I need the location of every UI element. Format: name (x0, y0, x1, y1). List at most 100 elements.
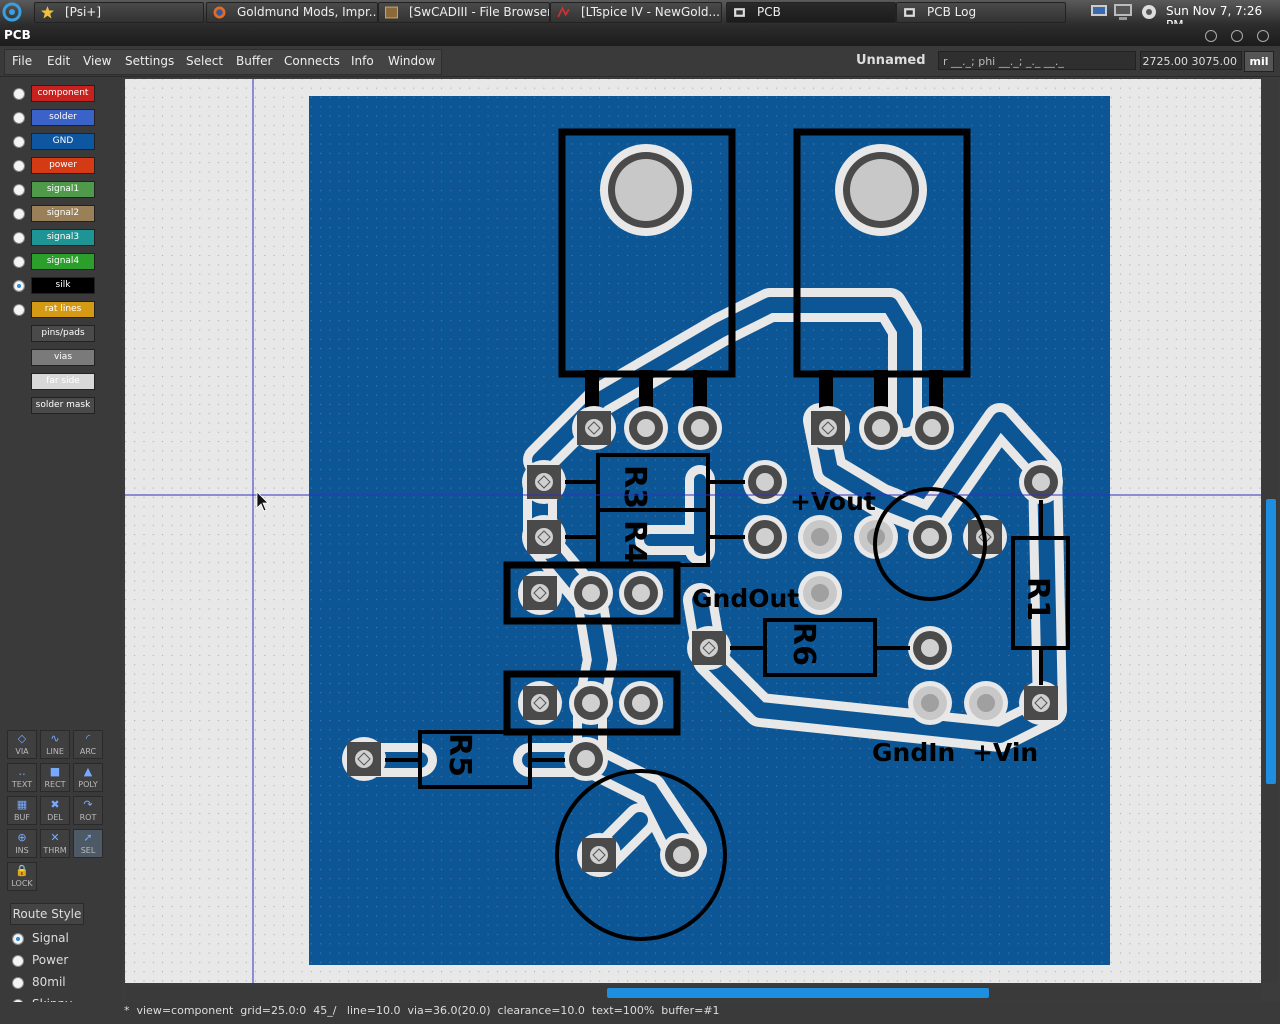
layer-GND[interactable]: GND (0, 131, 122, 153)
layer-solder-mask[interactable]: solder mask (0, 395, 122, 417)
tool-sel-button[interactable]: ➚ SEL (73, 829, 103, 858)
menu-edit[interactable]: Edit (47, 54, 70, 68)
tool-poly-button[interactable]: ▲ POLY (73, 763, 103, 792)
tool-label: LINE (46, 747, 64, 756)
tool-ins-button[interactable]: ⊕ INS (7, 829, 37, 858)
tool-thrm-button[interactable]: ✕ THRM (40, 829, 70, 858)
layer-radio-icon[interactable] (13, 280, 25, 292)
menu-settings[interactable]: Settings (125, 54, 174, 68)
pcb-canvas[interactable]: R3 R4 +Vout GndOut R6 R1 R5 GndIn +Vin (125, 79, 1261, 983)
task-pcb[interactable]: PCB (726, 2, 896, 23)
tool-buf-button[interactable]: ▦ BUF (7, 796, 37, 825)
pad-hole (811, 584, 829, 602)
layer-toggle-button[interactable]: far side (31, 373, 95, 390)
layer-signal2[interactable]: signal2 (0, 203, 122, 225)
layer-radio-icon[interactable] (13, 232, 25, 244)
layer-far-side[interactable]: far side (0, 371, 122, 393)
pad-hole (582, 584, 600, 602)
layer-pins-pads[interactable]: pins/pads (0, 323, 122, 345)
menu-buffer[interactable]: Buffer (236, 54, 272, 68)
task-ltspice[interactable]: [LTspice IV - NewGold.... (550, 2, 722, 23)
layer-radio-icon[interactable] (13, 304, 25, 316)
horizontal-scroll-thumb[interactable] (607, 988, 989, 998)
window-title: PCB (4, 28, 31, 42)
layer-radio-icon[interactable] (13, 112, 25, 124)
menu-view[interactable]: View (83, 54, 111, 68)
lock-icon: 🔒 (15, 864, 29, 877)
layer-rat-lines[interactable]: rat lines (0, 299, 122, 321)
tool-rot-button[interactable]: ↷ ROT (73, 796, 103, 825)
window-titlebar: PCB (0, 24, 1280, 46)
layer-toggle-button[interactable]: vias (31, 349, 95, 366)
layer-solder[interactable]: solder (0, 107, 122, 129)
tool-via-button[interactable]: ◇ VIA (7, 730, 37, 759)
menu-select[interactable]: Select (186, 54, 223, 68)
tool-rect-button[interactable]: ■ RECT (40, 763, 70, 792)
layer-vias[interactable]: vias (0, 347, 122, 369)
radio-icon[interactable] (12, 933, 24, 945)
menu-group: File Edit View Settings Select Buffer Co… (4, 49, 442, 75)
file-name: Unnamed (856, 53, 926, 68)
maximize-button[interactable] (1231, 30, 1243, 42)
vertical-scroll-thumb[interactable] (1266, 499, 1276, 784)
layer-radio-icon[interactable] (13, 256, 25, 268)
unit-toggle-button[interactable]: mil (1244, 51, 1274, 72)
menu-window[interactable]: Window (388, 54, 435, 68)
layer-toggle-button[interactable]: solder mask (31, 397, 95, 414)
layer-radio-icon[interactable] (13, 88, 25, 100)
menu-file[interactable]: File (12, 54, 32, 68)
layer-silk[interactable]: silk (0, 275, 122, 297)
minimize-button[interactable] (1205, 30, 1217, 42)
task-firefox[interactable]: Goldmund Mods, Impr... (206, 2, 378, 23)
pad-hole (756, 528, 774, 546)
task-pcb-log[interactable]: PCB Log (896, 2, 1066, 23)
layer-signal4[interactable]: signal4 (0, 251, 122, 273)
route-style-button[interactable]: Route Style (10, 903, 84, 925)
layer-toggle-button[interactable]: signal1 (31, 181, 95, 198)
monitor-icon[interactable] (1090, 4, 1108, 20)
silk-label-r6: R6 (786, 622, 821, 666)
tool-label: SEL (80, 846, 96, 855)
menu-logo-icon[interactable] (2, 2, 22, 22)
layer-toggle-button[interactable]: rat lines (31, 301, 95, 318)
layer-radio-icon[interactable] (13, 136, 25, 148)
task-psi[interactable]: [Psi+] (34, 2, 204, 23)
layer-toggle-button[interactable]: signal2 (31, 205, 95, 222)
pad-hole (921, 528, 939, 546)
layer-radio-icon[interactable] (13, 208, 25, 220)
layer-toggle-button[interactable]: signal3 (31, 229, 95, 246)
layer-toggle-button[interactable]: GND (31, 133, 95, 150)
menu-info[interactable]: Info (351, 54, 374, 68)
layer-toggle-button[interactable]: silk (31, 277, 95, 294)
layer-radio-icon[interactable] (13, 184, 25, 196)
tool-label: VIA (15, 747, 29, 756)
close-button[interactable] (1257, 30, 1269, 42)
layer-signal1[interactable]: signal1 (0, 179, 122, 201)
tool-line-button[interactable]: ∿ LINE (40, 730, 70, 759)
layer-signal3[interactable]: signal3 (0, 227, 122, 249)
horizontal-scrollbar[interactable] (125, 985, 1261, 1001)
tool-del-button[interactable]: ✖ DEL (40, 796, 70, 825)
layer-component[interactable]: component (0, 83, 122, 105)
tool-text-button[interactable]: ‥ TEXT (7, 763, 37, 792)
layer-toggle-button[interactable]: component (31, 85, 95, 102)
network-icon[interactable] (1113, 3, 1133, 21)
status-text: * view=component grid=25.0:0 45_/ line=1… (124, 1004, 720, 1017)
task-file-browser[interactable]: [SwCADIII - File Browser] (378, 2, 550, 23)
menu-connects[interactable]: Connects (284, 54, 340, 68)
power-manager-icon[interactable] (1140, 3, 1158, 21)
pad-hole (632, 584, 650, 602)
layer-power[interactable]: power (0, 155, 122, 177)
layer-radio-icon[interactable] (13, 160, 25, 172)
radio-icon[interactable] (12, 977, 24, 989)
cursor-position-readout: 2725.00 3075.00 (1140, 51, 1242, 70)
task-label: [SwCADIII - File Browser] (409, 5, 550, 19)
vertical-scrollbar[interactable] (1262, 79, 1278, 983)
radio-icon[interactable] (12, 955, 24, 967)
layer-toggle-button[interactable]: solder (31, 109, 95, 126)
layer-toggle-button[interactable]: pins/pads (31, 325, 95, 342)
layer-toggle-button[interactable]: signal4 (31, 253, 95, 270)
tool-arc-button[interactable]: ◜ ARC (73, 730, 103, 759)
tool-lock-button[interactable]: 🔒 LOCK (7, 862, 37, 891)
layer-toggle-button[interactable]: power (31, 157, 95, 174)
